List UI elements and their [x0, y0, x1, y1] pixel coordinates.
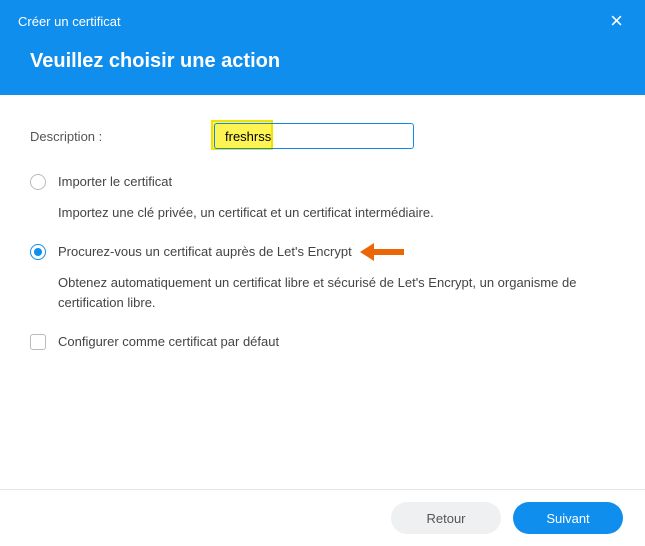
option-letsencrypt-label: Procurez-vous un certificat auprès de Le…: [58, 243, 404, 261]
option-letsencrypt-text: Procurez-vous un certificat auprès de Le…: [58, 243, 352, 261]
description-row: Description :: [30, 123, 615, 149]
description-input[interactable]: [214, 123, 414, 149]
option-import[interactable]: Importer le certificat: [30, 173, 615, 191]
back-button[interactable]: Retour: [391, 502, 501, 534]
radio-import[interactable]: [30, 174, 46, 190]
option-default[interactable]: Configurer comme certificat par défaut: [30, 333, 615, 351]
option-import-label: Importer le certificat: [58, 173, 172, 191]
dialog-content: Description : Importer le certificat Imp…: [0, 95, 645, 351]
option-letsencrypt[interactable]: Procurez-vous un certificat auprès de Le…: [30, 243, 615, 261]
checkbox-default[interactable]: [30, 334, 46, 350]
window-title: Créer un certificat: [18, 14, 606, 29]
option-default-label: Configurer comme certificat par défaut: [58, 333, 279, 351]
option-letsencrypt-desc: Obtenez automatiquement un certificat li…: [58, 273, 615, 313]
next-button[interactable]: Suivant: [513, 502, 623, 534]
close-icon[interactable]: ×: [606, 10, 627, 32]
title-bar: Créer un certificat ×: [0, 0, 645, 36]
arrow-left-icon: [360, 243, 404, 261]
dialog-subtitle: Veuillez choisir une action: [0, 36, 645, 95]
description-label: Description :: [30, 129, 214, 144]
dialog-header: Créer un certificat × Veuillez choisir u…: [0, 0, 645, 95]
radio-letsencrypt[interactable]: [30, 244, 46, 260]
dialog-footer: Retour Suivant: [0, 489, 645, 546]
option-import-desc: Importez une clé privée, un certificat e…: [58, 203, 615, 223]
description-input-wrap: [214, 123, 414, 149]
